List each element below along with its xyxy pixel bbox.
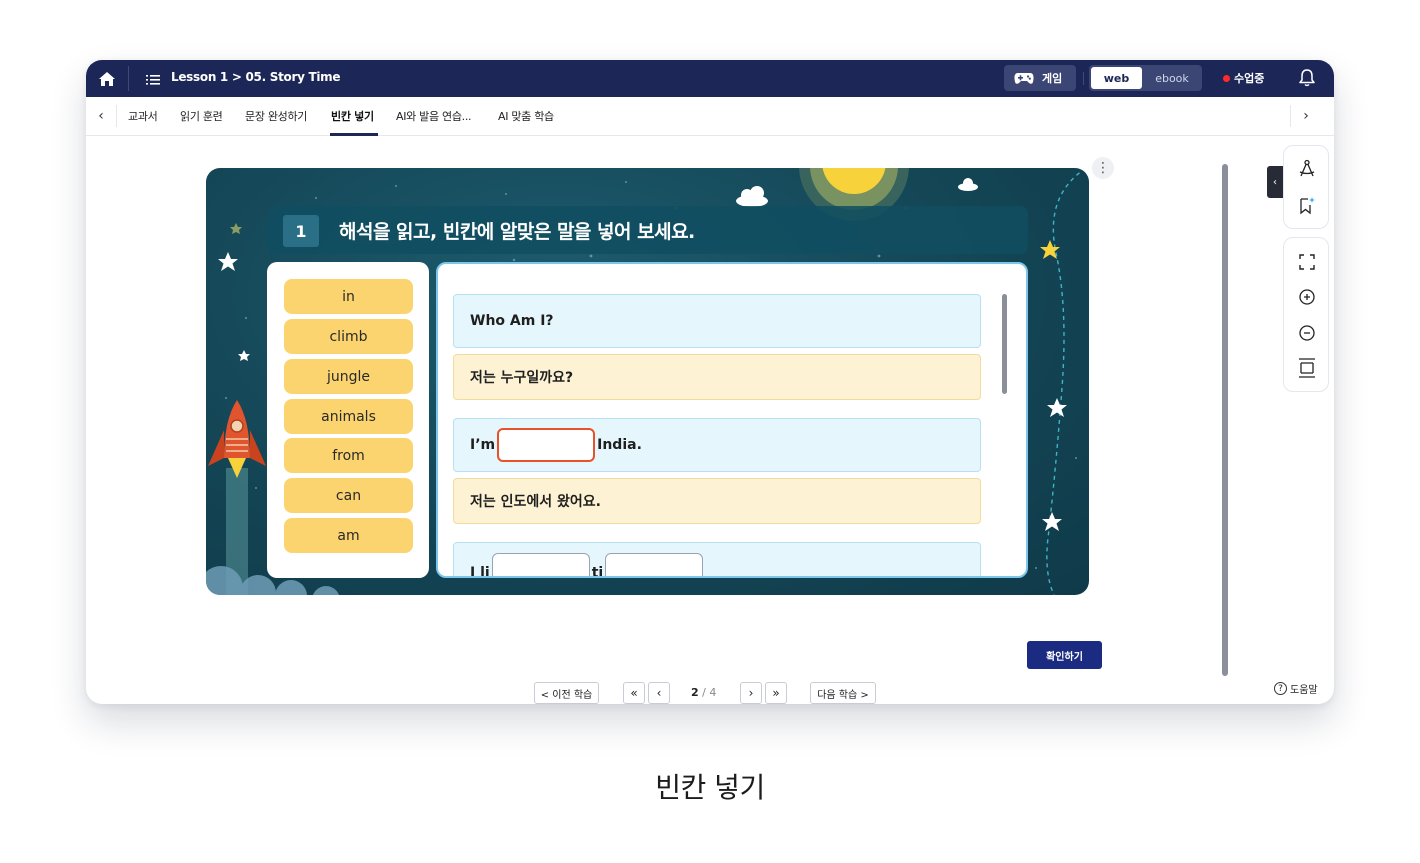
app-window: Lesson 1 > 05. Story Time 게임 web ebook 수… [86,60,1334,704]
tab-reading[interactable]: 읽기 훈련 [180,108,223,124]
confirm-button[interactable]: 확인하기 [1027,641,1102,669]
rocket-icon [208,400,266,478]
sentence-english: I li ti [453,542,981,578]
topbar-separator [1083,72,1084,85]
breadcrumb[interactable]: Lesson 1 > 05. Story Time [171,70,341,84]
page-separator: / [702,686,706,699]
bookmark-sparkle-icon [1300,197,1315,215]
question-number: 1 [283,215,319,247]
content-scrollbar[interactable] [1222,164,1228,676]
tabs-scroll-left-icon[interactable]: ‹ [92,108,110,124]
previous-lesson-button[interactable]: < 이전 학습 [534,682,599,704]
prev-page-button[interactable]: ‹ [648,682,670,704]
next-lesson-button[interactable]: 다음 학습 > [810,682,876,704]
page-indicator: 2 / 4 [691,686,716,699]
word-chip[interactable]: jungle [284,359,413,394]
activity-stage: 1 해석을 읽고, 빈칸에 알맞은 말을 넣어 보세요. in climb ju… [206,168,1089,595]
gamepad-icon [1014,72,1034,84]
last-page-button[interactable]: » [765,682,787,704]
current-page: 2 [691,686,699,699]
next-page-button[interactable]: › [740,682,762,704]
home-button[interactable] [86,60,128,97]
word-chip[interactable]: am [284,518,413,553]
tools-collapse-button[interactable]: ‹ [1267,166,1283,198]
mode-web-button[interactable]: web [1091,67,1142,89]
live-label: 수업중 [1234,72,1265,85]
tabs-scroll-right-icon[interactable]: › [1297,108,1315,124]
help-button[interactable]: ? 도움말 [1274,681,1318,696]
top-bar: Lesson 1 > 05. Story Time 게임 web ebook 수… [86,60,1334,97]
fullscreen-button[interactable] [1295,250,1319,274]
screen-caption: 빈칸 넣기 [655,771,765,804]
tab-ai-custom[interactable]: AI 맞춤 학습 [498,108,554,124]
bell-icon [1299,69,1315,87]
panel-scrollbar[interactable] [1002,294,1007,394]
blank-input[interactable] [605,553,704,576]
cloud-icon [736,186,768,207]
fit-height-icon [1299,358,1315,378]
question-instruction: 해석을 읽고, 빈칸에 알맞은 말을 넣어 보세요. [339,221,695,243]
zoom-in-icon [1299,289,1315,305]
live-dot-icon [1223,74,1230,82]
sentence-text: Who Am I? [470,313,554,329]
mode-ebook-button[interactable]: ebook [1144,67,1200,89]
sentence-korean: 저는 누구일까요? [453,354,981,400]
sentence-english: I’m India. [453,418,981,472]
list-icon [146,75,160,85]
bookmark-tool-button[interactable] [1295,193,1319,217]
tab-textbook[interactable]: 교과서 [128,108,158,124]
sentence-text: I’m [470,437,496,453]
help-circle-icon: ? [1274,682,1287,695]
tab-bar: ‹ 교과서 읽기 훈련 문장 완성하기 빈칸 넣기 AI와 발음 연습... A… [86,97,1334,136]
word-chip[interactable]: from [284,438,413,473]
more-options-button[interactable]: ⋮ [1092,157,1114,179]
sentence-text: India. [597,437,642,453]
game-button[interactable]: 게임 [1004,65,1076,91]
notification-button[interactable] [1298,68,1316,91]
word-bank: in climb jungle animals from can am [267,262,429,578]
tab-separator [1290,105,1291,127]
total-pages: 4 [709,686,717,699]
more-vertical-icon: ⋮ [1096,160,1110,176]
zoom-in-button[interactable] [1295,285,1319,309]
sentence-text: 저는 인도에서 왔어요. [470,494,601,510]
game-label: 게임 [1042,72,1063,85]
live-status[interactable]: 수업중 [1223,70,1264,86]
blank-input[interactable] [497,428,596,462]
tool-group-annotate [1283,145,1329,229]
tab-ai-pronunciation[interactable]: AI와 발음 연습... [396,108,472,124]
tab-fill-blank[interactable]: 빈칸 넣기 [331,108,374,124]
first-page-button[interactable]: « [623,682,645,704]
view-mode-toggle: web ebook [1089,65,1202,91]
compass-tool-button[interactable] [1295,157,1319,181]
fit-height-button[interactable] [1295,356,1319,380]
sentence-text: ti [591,565,604,578]
home-icon [99,71,115,86]
sentence-panel: Who Am I? 저는 누구일까요? I’m India. 저는 인도에서 왔… [436,262,1028,578]
menu-button[interactable] [146,71,160,90]
fullscreen-icon [1299,254,1315,270]
word-chip[interactable]: climb [284,319,413,354]
compass-icon [1299,159,1315,177]
tool-group-view [1283,237,1329,392]
sentence-text: 저는 누구일까요? [470,370,574,386]
tab-separator [116,105,117,127]
sentence-text: I li [470,565,490,578]
zoom-out-icon [1299,325,1315,341]
zoom-out-button[interactable] [1295,321,1319,345]
active-tab-indicator [330,133,378,136]
word-chip[interactable]: can [284,478,413,513]
help-label: 도움말 [1290,685,1318,696]
question-banner: 1 해석을 읽고, 빈칸에 알맞은 말을 넣어 보세요. [267,206,1028,254]
blank-input[interactable] [491,553,590,576]
topbar-divider [128,66,129,91]
sentence-english: Who Am I? [453,294,981,348]
word-chip[interactable]: animals [284,399,413,434]
sentence-korean: 저는 인도에서 왔어요. [453,478,981,524]
chevron-left-icon: ‹ [1273,176,1277,188]
word-chip[interactable]: in [284,279,413,314]
tab-sentence[interactable]: 문장 완성하기 [245,108,307,124]
